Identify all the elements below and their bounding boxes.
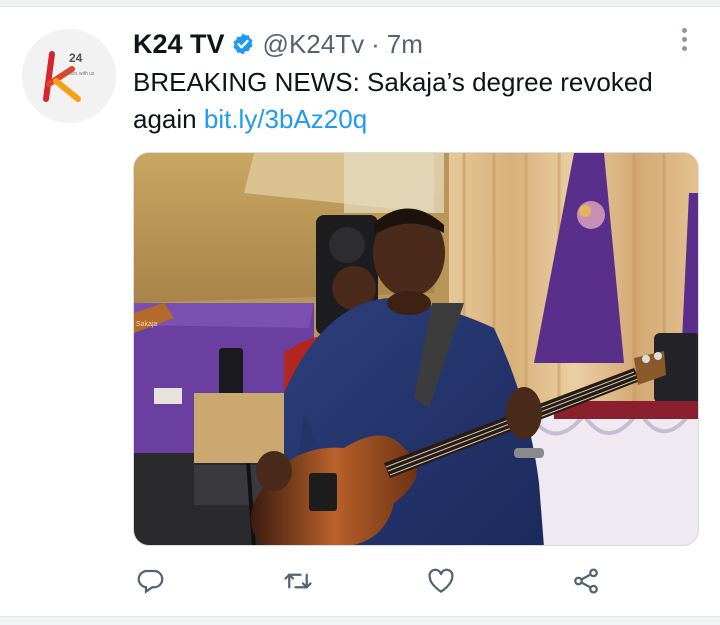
brand-text: Sakaja <box>136 321 158 328</box>
retweet-icon[interactable] <box>283 566 313 596</box>
tweet-actions <box>0 556 720 606</box>
logo-tagline: Yours with us <box>65 71 95 77</box>
verified-badge-icon <box>233 33 253 55</box>
tweet-photo[interactable]: Sakaja <box>133 152 699 546</box>
timestamp[interactable]: 7m <box>387 29 423 60</box>
share-icon[interactable] <box>571 566 601 596</box>
heart-icon[interactable] <box>426 566 456 596</box>
logo-number: 24 <box>69 51 83 65</box>
tweet-header: K24 TV @K24Tv · 7m <box>133 26 423 62</box>
k24-logo: 24 Yours with us <box>22 29 116 123</box>
tweet-text: BREAKING NEWS: Sakaja’s degree revoked a… <box>133 64 693 138</box>
reply-icon[interactable] <box>136 566 166 596</box>
author-handle[interactable]: @K24Tv <box>263 29 365 60</box>
tweet-link[interactable]: bit.ly/3bAz20q <box>204 104 367 134</box>
photo-illustration: Sakaja <box>134 153 698 545</box>
author-name[interactable]: K24 TV <box>133 29 225 60</box>
more-vertical-icon[interactable] <box>676 28 692 54</box>
avatar[interactable]: 24 Yours with us <box>22 29 116 123</box>
top-divider <box>0 0 720 7</box>
separator-dot: · <box>371 28 380 59</box>
